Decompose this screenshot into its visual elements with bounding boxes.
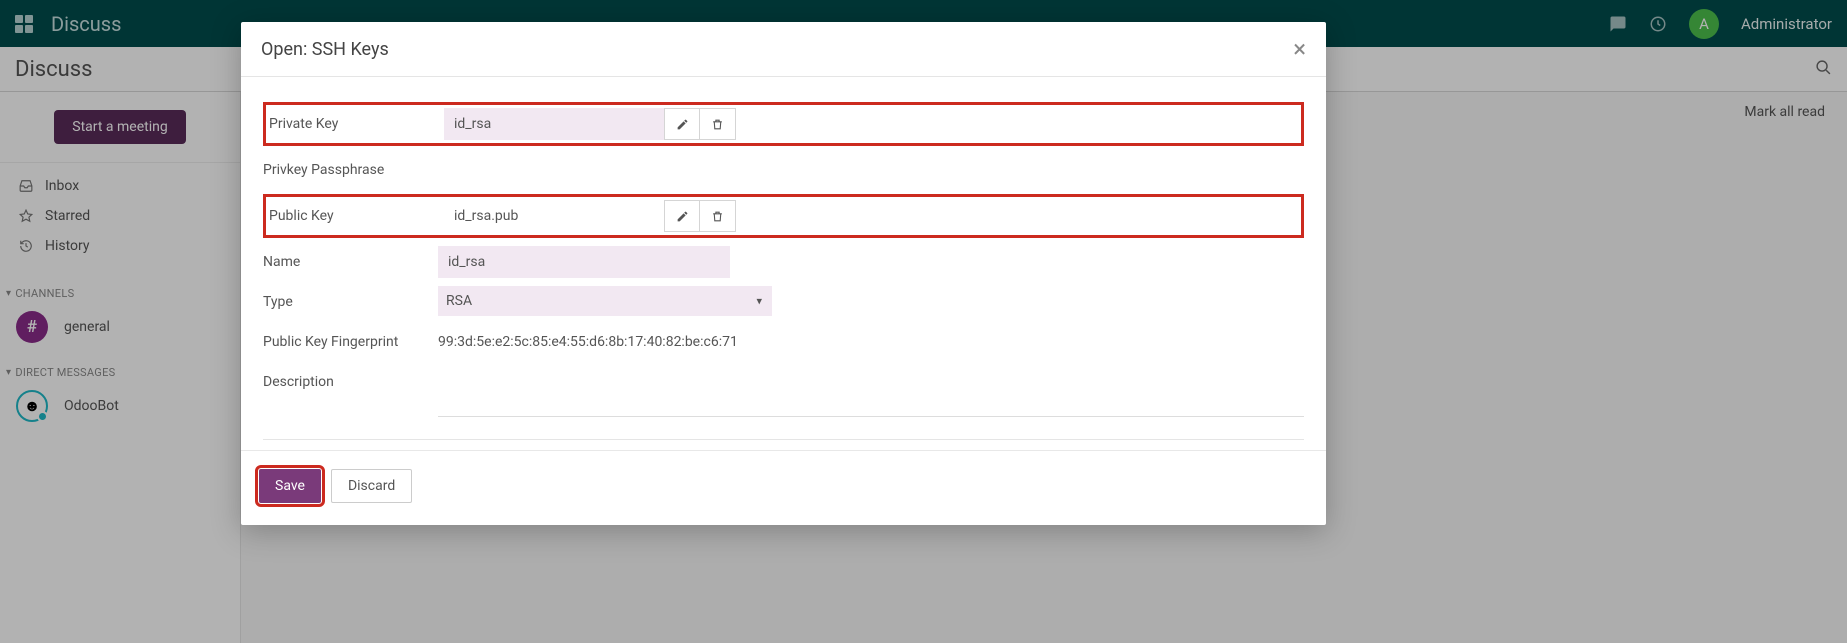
name-input[interactable]	[438, 246, 730, 278]
description-label: Description	[263, 366, 438, 390]
save-button[interactable]: Save	[259, 469, 321, 503]
public-key-filename: id_rsa.pub	[444, 200, 664, 232]
close-button[interactable]: ×	[1293, 37, 1306, 61]
ssh-keys-modal: Open: SSH Keys × Private Key id_rsa Priv…	[241, 22, 1326, 525]
private-key-label: Private Key	[269, 108, 444, 132]
modal-title: Open: SSH Keys	[261, 39, 389, 60]
edit-private-key-button[interactable]	[664, 108, 700, 140]
type-select[interactable]: RSA	[438, 286, 772, 316]
type-label: Type	[263, 286, 438, 310]
passphrase-label: Privkey Passphrase	[263, 154, 438, 178]
delete-public-key-button[interactable]	[700, 200, 736, 232]
public-key-label: Public Key	[269, 200, 444, 224]
delete-private-key-button[interactable]	[700, 108, 736, 140]
edit-public-key-button[interactable]	[664, 200, 700, 232]
fingerprint-label: Public Key Fingerprint	[263, 326, 438, 350]
name-label: Name	[263, 246, 438, 270]
private-key-filename: id_rsa	[444, 108, 664, 140]
description-input[interactable]	[438, 366, 772, 412]
fingerprint-value: 99:3d:5e:e2:5c:85:e4:55:d6:8b:17:40:82:b…	[438, 326, 1304, 350]
discard-button[interactable]: Discard	[331, 469, 412, 503]
